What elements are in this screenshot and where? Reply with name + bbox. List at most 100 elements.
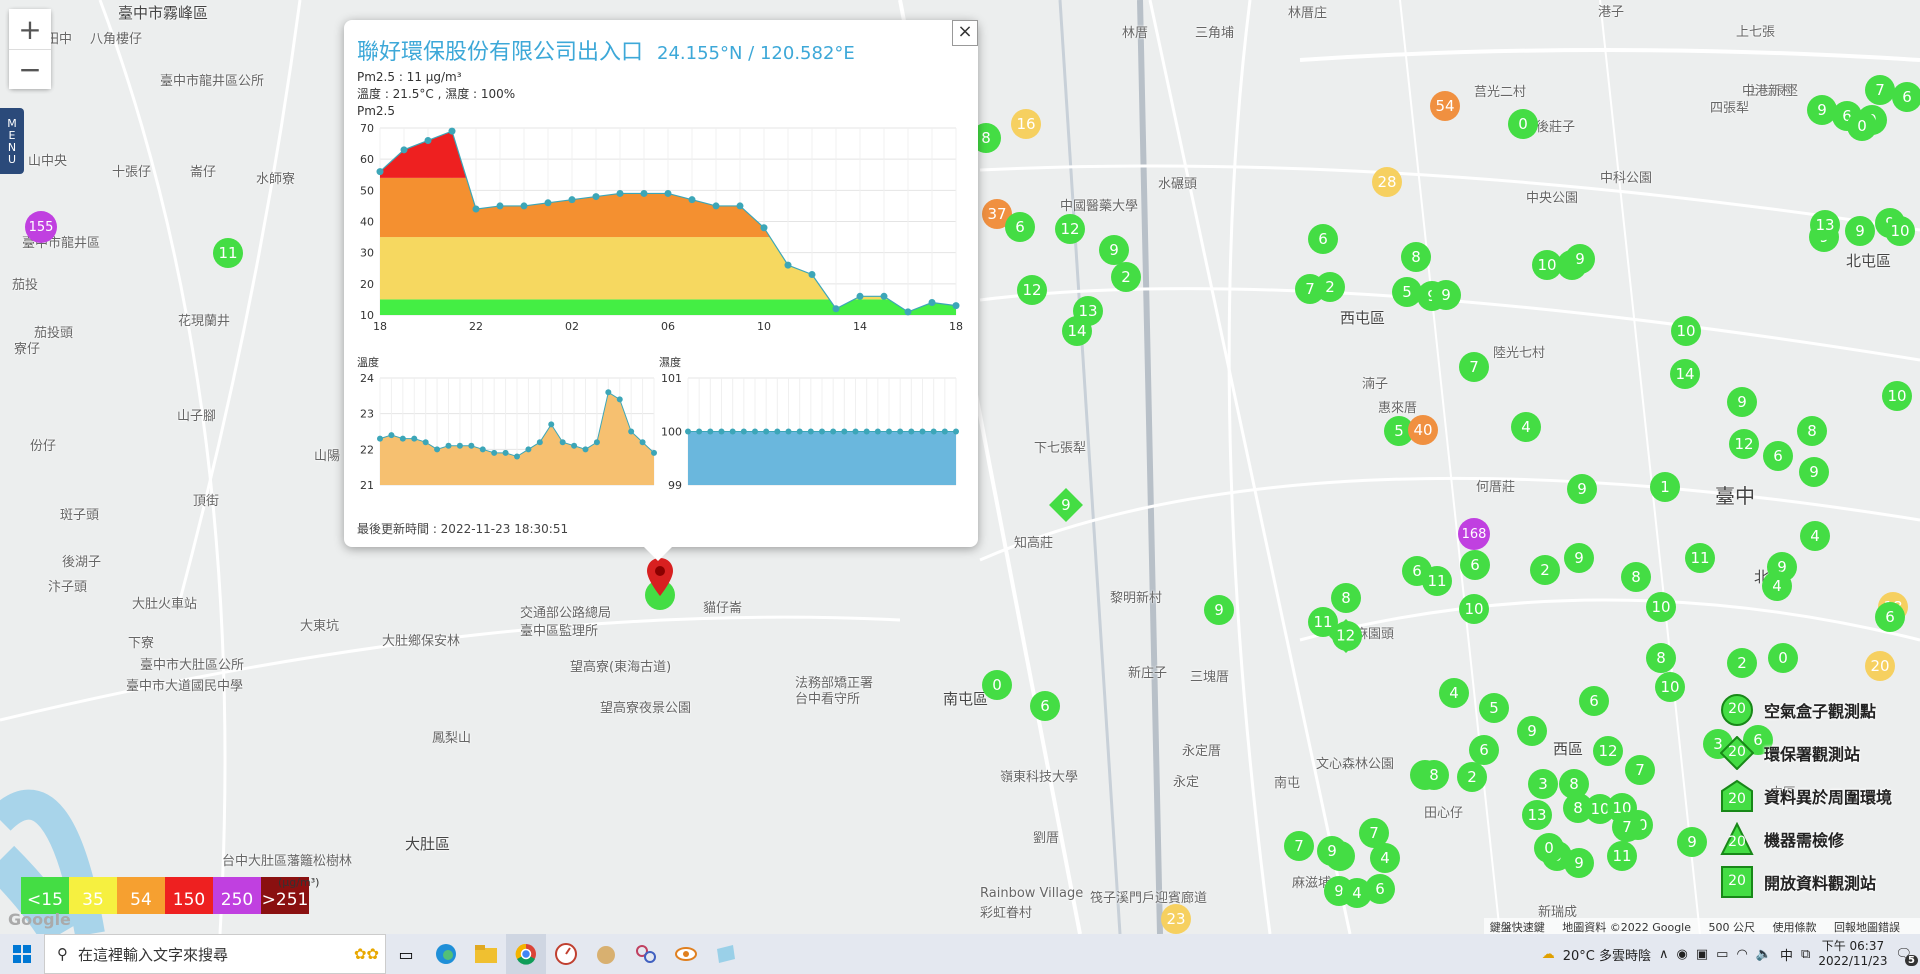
station-marker[interactable]: 11 [213,238,243,268]
station-marker[interactable]: 14 [1670,359,1700,389]
start-button[interactable] [0,934,44,974]
station-marker[interactable]: 9 [1099,235,1129,265]
station-marker[interactable]: 8 [1331,583,1361,613]
station-marker[interactable]: 11 [1607,841,1637,871]
station-marker[interactable]: 12 [1055,214,1085,244]
edge-browser-icon[interactable] [426,934,466,974]
station-marker[interactable]: 9 [1727,387,1757,417]
station-marker[interactable]: 6 [1875,602,1905,632]
wifi-icon[interactable]: ◠ [1736,947,1747,962]
station-marker[interactable]: 11 [1685,543,1715,573]
station-marker[interactable]: 9 [1799,457,1829,487]
app-icon-notes[interactable] [706,934,746,974]
task-view-icon[interactable]: ▭ [386,934,426,974]
station-marker[interactable]: 7 [1612,812,1642,842]
station-marker[interactable]: 4 [1370,843,1400,873]
station-marker[interactable]: 14 [1062,316,1092,346]
station-marker[interactable]: 13 [1810,210,1840,240]
station-marker[interactable]: 10 [1882,381,1912,411]
station-marker[interactable]: 2 [1315,272,1345,302]
zoom-in-button[interactable]: + [9,9,51,49]
station-marker[interactable]: 9 [1677,827,1707,857]
station-marker[interactable]: 23 [1161,904,1191,934]
station-marker[interactable]: 9 [1845,216,1875,246]
station-marker[interactable]: 10 [1671,316,1701,346]
station-marker[interactable]: 20 [1865,651,1895,681]
taskbar-search-input[interactable]: ⚲ 在這裡輸入文字來搜尋 ✿✿ [44,934,386,974]
station-marker[interactable]: 155 [25,211,57,243]
station-marker[interactable]: 168 [1458,518,1490,550]
station-marker[interactable]: 7 [1865,75,1895,105]
app-icon-mascot[interactable] [586,934,626,974]
station-marker[interactable]: 28 [1372,167,1402,197]
station-marker[interactable]: 4 [1762,571,1792,601]
station-marker[interactable]: 6 [1365,874,1395,904]
station-marker[interactable]: 3 [1528,769,1558,799]
station-marker[interactable]: 16 [1011,109,1041,139]
station-marker[interactable]: 54 [1430,91,1460,121]
station-marker[interactable]: 12 [1729,429,1759,459]
station-marker[interactable]: 9 [1517,716,1547,746]
station-marker[interactable]: 7 [1459,352,1489,382]
input-method-indicator[interactable]: 中 [1780,945,1793,964]
station-marker[interactable]: 6 [1308,224,1338,254]
station-marker[interactable]: 8 [1621,562,1651,592]
station-marker[interactable]: 8 [1646,643,1676,673]
station-marker[interactable]: 10 [1885,216,1915,246]
station-marker[interactable]: 6 [1763,441,1793,471]
station-marker[interactable]: 9 [1431,280,1461,310]
station-marker[interactable]: 6 [1460,550,1490,580]
station-marker[interactable]: 1 [1650,472,1680,502]
station-marker[interactable]: 6 [1030,691,1060,721]
station-marker[interactable]: 8 [1563,793,1593,823]
app-icon-eye[interactable] [666,934,706,974]
volume-icon[interactable]: 🔈 [1756,947,1772,962]
station-marker[interactable]: 6 [1892,82,1920,112]
station-marker[interactable]: 4 [1439,678,1469,708]
station-marker[interactable]: 8 [1419,760,1449,790]
station-marker[interactable]: 13 [1522,800,1552,830]
station-marker[interactable]: 9 [1564,543,1594,573]
station-marker[interactable]: 11 [1422,566,1452,596]
app-icon-flow[interactable] [626,934,666,974]
station-marker[interactable]: 2 [1111,262,1141,292]
station-marker[interactable]: 2 [1530,555,1560,585]
station-marker[interactable]: 10 [1646,592,1676,622]
station-marker[interactable]: 0 [1768,643,1798,673]
chrome-browser-icon[interactable] [506,934,546,974]
station-marker[interactable]: 40 [1408,415,1438,445]
selected-location-pin[interactable] [647,558,673,596]
station-marker[interactable]: 6 [1469,735,1499,765]
station-marker[interactable]: 9 [1807,95,1837,125]
weather-status[interactable]: 20°C 多雲時陰 [1563,945,1651,964]
station-marker[interactable]: 2 [1727,648,1757,678]
station-marker[interactable]: 9 [1204,595,1234,625]
station-marker[interactable]: 8 [1401,242,1431,272]
station-marker[interactable]: 2 [1457,762,1487,792]
keyboard-layout-icon[interactable]: ⧉ [1801,947,1810,962]
clock[interactable]: 下午 06:37 2022/11/23 [1818,939,1887,969]
menu-tab[interactable]: MENU [0,108,24,174]
terms-link[interactable]: 使用條款 [1773,921,1817,934]
station-marker[interactable]: 12 [1593,736,1623,766]
station-marker[interactable]: 6 [1579,686,1609,716]
station-marker[interactable]: 0 [1847,111,1877,141]
station-marker[interactable]: 10 [1655,672,1685,702]
station-marker[interactable]: 4 [1800,521,1830,551]
station-marker[interactable]: 5 [1479,693,1509,723]
report-error-link[interactable]: 回報地圖錯誤 [1834,921,1900,934]
station-marker[interactable]: 10 [1459,594,1489,624]
station-marker[interactable]: 8 [1797,416,1827,446]
station-marker[interactable]: 0 [1534,833,1564,863]
zoom-out-button[interactable]: − [9,49,51,89]
station-marker[interactable]: 9 [1567,474,1597,504]
station-marker[interactable]: 9 [1317,836,1347,866]
station-marker[interactable]: 6 [1005,212,1035,242]
show-hidden-icons-chevron-icon[interactable]: ∧ [1659,947,1669,962]
notification-center-icon[interactable]: 🗨 5 [1895,947,1918,966]
file-explorer-icon[interactable] [466,934,506,974]
station-marker[interactable]: 7 [1625,755,1655,785]
station-marker[interactable]: 7 [1284,831,1314,861]
station-marker[interactable]: 4 [1511,412,1541,442]
station-marker[interactable]: 9 [1565,244,1595,274]
